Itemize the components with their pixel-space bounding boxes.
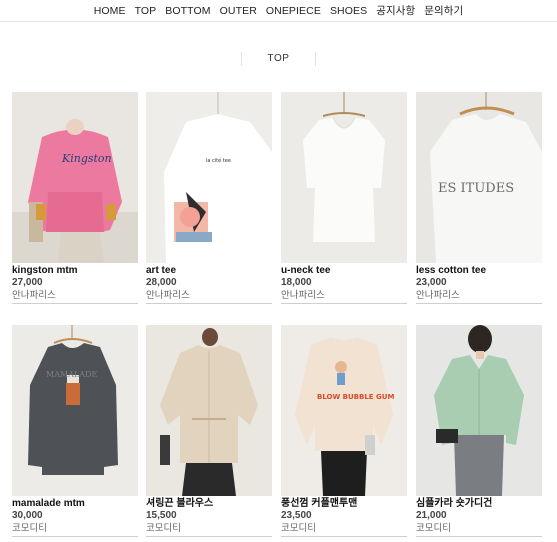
print-text: la cité tee — [206, 157, 231, 164]
product-name[interactable]: less cotton tee — [416, 265, 542, 277]
product-card[interactable]: ES ITUDES less cotton tee 23,000 안나파리스 — [416, 92, 542, 304]
product-card[interactable]: la cité tee art tee 28,000 안나파리스 — [146, 92, 272, 304]
product-card[interactable]: u-neck tee 18,000 안나파리스 — [281, 92, 407, 304]
product-brand: 코모디티 — [146, 522, 272, 537]
product-image[interactable] — [146, 325, 272, 496]
nav-home[interactable]: HOME — [94, 5, 126, 17]
product-brand: 코모디티 — [281, 522, 407, 537]
product-price: 27,000 — [12, 277, 43, 288]
product-card[interactable]: BLOW BUBBLE GUM 풍선껌 커플맨투맨 23,500 코모디티 — [281, 325, 407, 537]
nav-notice[interactable]: 공지사항 — [376, 3, 415, 18]
product-name[interactable]: mamalade mtm — [12, 498, 138, 510]
product-brand: 안나파리스 — [12, 289, 138, 304]
product-price: 15,500 — [146, 510, 177, 521]
product-name[interactable]: 심플카라 숏가디건 — [416, 498, 542, 510]
product-card[interactable]: MAMALADE mamalade mtm 30,000 코모디티 — [12, 325, 138, 537]
product-price: 21,000 — [416, 510, 447, 521]
nav-top[interactable]: TOP — [135, 5, 157, 17]
print-text: Kingston — [61, 152, 112, 165]
nav-shoes[interactable]: SHOES — [330, 5, 367, 17]
product-image[interactable]: ES ITUDES — [416, 92, 542, 263]
product-price: 28,000 — [146, 277, 177, 288]
product-brand: 코모디티 — [12, 522, 138, 537]
print-text: BLOW BUBBLE GUM — [317, 393, 394, 401]
product-card[interactable]: 셔링끈 블라우스 15,500 코모디티 — [146, 325, 272, 537]
product-price: 30,000 — [12, 510, 43, 521]
product-card[interactable]: Kingston kingston mtm 27,000 안나파리스 — [12, 92, 138, 304]
product-image[interactable]: la cité tee — [146, 92, 272, 263]
top-navigation: HOME TOP BOTTOM OUTER ONEPIECE SHOES 공지사… — [0, 0, 557, 22]
product-name[interactable]: 셔링끈 블라우스 — [146, 498, 272, 510]
nav-onepiece[interactable]: ONEPIECE — [266, 5, 321, 17]
category-title: TOP — [240, 52, 317, 66]
product-brand: 안나파리스 — [281, 289, 407, 304]
product-image[interactable]: Kingston — [12, 92, 138, 263]
product-brand: 안나파리스 — [416, 289, 542, 304]
product-name[interactable]: art tee — [146, 265, 272, 277]
category-header: TOP — [0, 50, 557, 68]
print-text: ES ITUDES — [438, 181, 514, 196]
product-image[interactable]: BLOW BUBBLE GUM — [281, 325, 407, 496]
product-name[interactable]: u-neck tee — [281, 265, 407, 277]
nav-outer[interactable]: OUTER — [220, 5, 257, 17]
print-text: MAMALADE — [46, 370, 97, 379]
nav-bottom[interactable]: BOTTOM — [165, 5, 210, 17]
product-image[interactable] — [416, 325, 542, 496]
product-name[interactable]: kingston mtm — [12, 265, 138, 277]
product-price: 23,500 — [281, 510, 312, 521]
product-name[interactable]: 풍선껌 커플맨투맨 — [281, 498, 407, 510]
product-price: 18,000 — [281, 277, 312, 288]
nav-inquiry[interactable]: 문의하기 — [424, 3, 463, 18]
product-price: 23,000 — [416, 277, 447, 288]
product-brand: 안나파리스 — [146, 289, 272, 304]
product-image[interactable] — [281, 92, 407, 263]
product-image[interactable]: MAMALADE — [12, 325, 138, 496]
product-brand: 코모디티 — [416, 522, 542, 537]
product-card[interactable]: 심플카라 숏가디건 21,000 코모디티 — [416, 325, 542, 537]
